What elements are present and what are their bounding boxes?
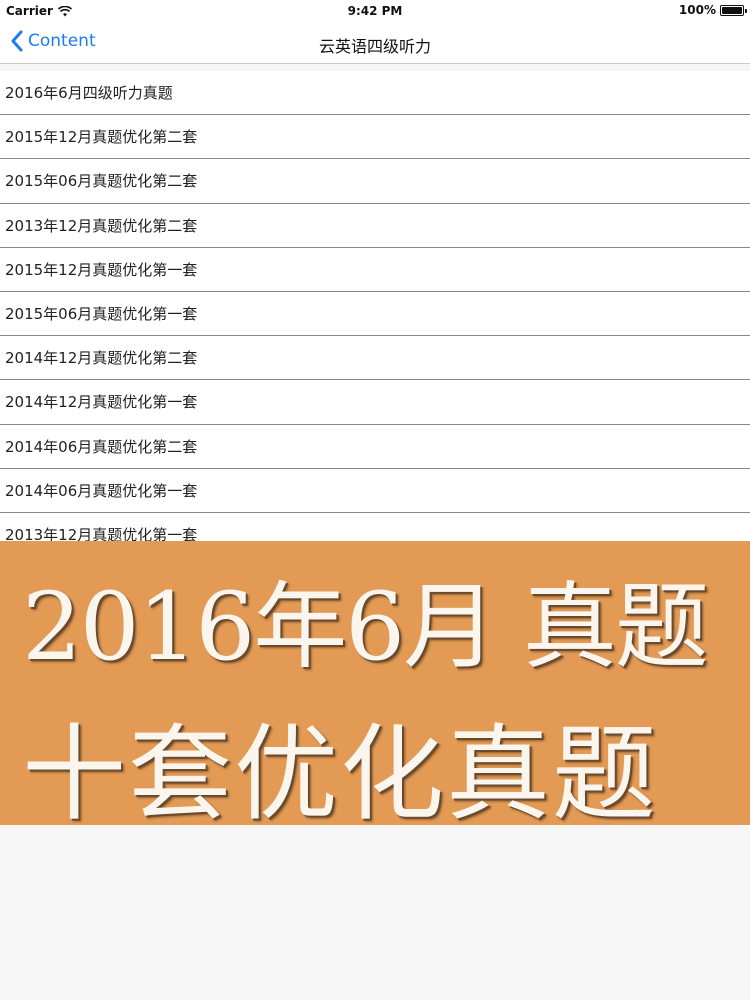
list-item-label: 2016年6月四级听力真题 — [5, 84, 173, 103]
battery-percent: 100% — [678, 3, 716, 17]
list-item[interactable]: 2014年06月真题优化第二套 — [0, 425, 750, 469]
list-item[interactable]: 2013年12月真题优化第二套 — [0, 204, 750, 248]
list-item[interactable]: 2016年6月四级听力真题 — [0, 71, 750, 116]
list-item-label: 2014年12月真题优化第二套 — [5, 349, 198, 368]
list-item[interactable]: 2014年12月真题优化第一套 — [0, 380, 750, 425]
list-item[interactable]: 2015年12月真题优化第二套 — [0, 115, 750, 160]
list-item[interactable]: 2015年06月真题优化第一套 — [0, 292, 750, 337]
list-item-label: 2015年12月真题优化第一套 — [5, 260, 198, 279]
status-bar: Carrier 9:42 PM 100% — [0, 0, 750, 22]
list-item-label: 2014年12月真题优化第一套 — [5, 393, 198, 412]
battery-fill — [722, 6, 742, 14]
navigation-bar: Content 云英语四级听力 — [0, 22, 750, 64]
banner-headline: 2016年6月 真题 — [22, 573, 709, 682]
list-item-label: 2015年12月真题优化第二套 — [5, 128, 198, 147]
status-time: 9:42 PM — [347, 4, 403, 18]
list-item-label: 2013年12月真题优化第一套 — [5, 525, 198, 541]
list-item-label: 2015年06月真题优化第二套 — [5, 172, 198, 191]
list-item[interactable]: 2015年06月真题优化第二套 — [0, 159, 750, 204]
list-item-label: 2014年06月真题优化第二套 — [5, 437, 198, 456]
page-title: 云英语四级听力 — [318, 37, 431, 56]
episode-list[interactable]: 2016年6月四级听力真题 2015年12月真题优化第二套 2015年06月真题… — [0, 71, 750, 541]
battery-icon — [720, 4, 747, 16]
battery-group: 100% — [678, 3, 747, 17]
list-item[interactable]: 2014年06月真题优化第一套 — [0, 469, 750, 513]
list-item-label: 2014年06月真题优化第一套 — [5, 481, 198, 500]
list-item[interactable]: 2014年12月真题优化第二套 — [0, 336, 750, 381]
list-item-label: 2013年12月真题优化第二套 — [5, 216, 198, 235]
list-item[interactable]: 2013年12月真题优化第一套 — [0, 513, 750, 541]
list-item-label: 2015年06月真题优化第一套 — [5, 305, 198, 324]
banner-subheadline: 十套优化真题 — [22, 713, 659, 835]
list-item[interactable]: 2015年12月真题优化第一套 — [0, 248, 750, 292]
promo-banner: 2016年6月 真题 十套优化真题 — [0, 541, 750, 835]
